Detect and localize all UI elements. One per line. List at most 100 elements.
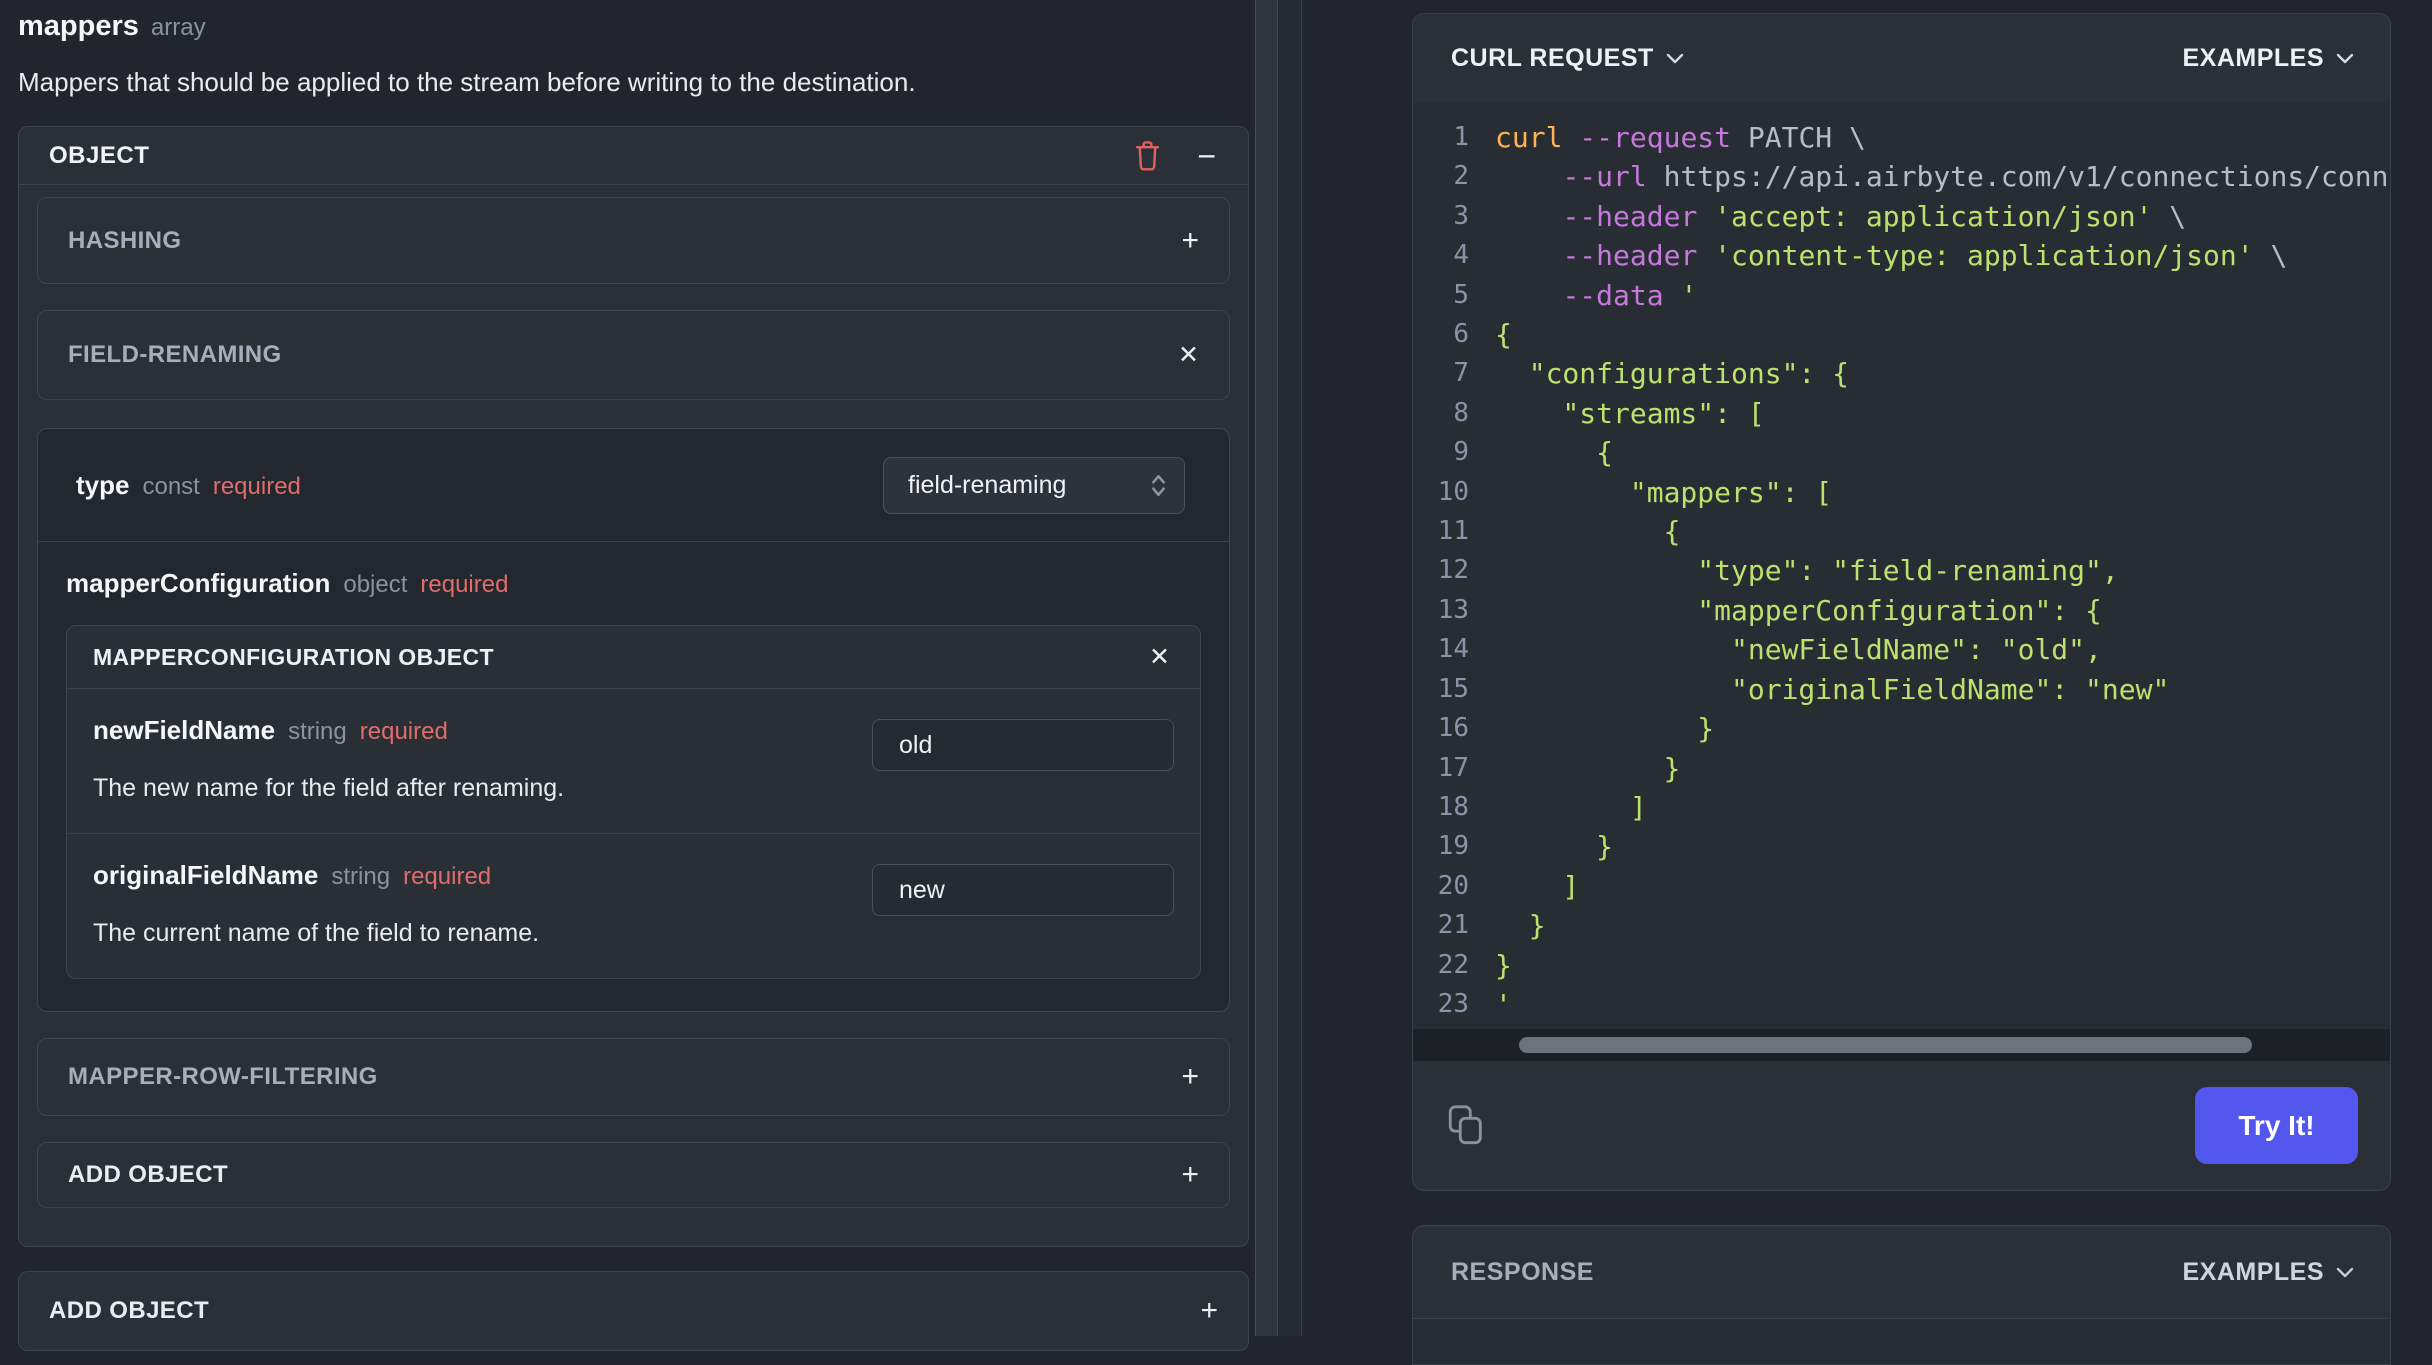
line-number: 1 [1453,122,1469,152]
code-line: 21 } [1413,906,2390,945]
new-field-name-input[interactable]: old [872,719,1174,771]
line-number: 18 [1437,791,1469,822]
code-line: 12 "type": "field-renaming", [1413,551,2390,590]
original-field-name-info: originalFieldName string required The cu… [93,860,539,948]
add-object-label: ADD OBJECT [68,1161,229,1188]
mapper-configuration-labels: mapperConfiguration object required [66,568,1201,599]
response-panel-header: RESPONSE EXAMPLES [1413,1226,2390,1319]
curl-panel-footer: Try It! [1413,1061,2390,1190]
plus-icon: + [1181,1060,1199,1093]
horizontal-scrollbar-track [1413,1029,2390,1061]
code-line: 3 --header 'accept: application/json' \ [1413,197,2390,236]
examples-label: EXAMPLES [2182,1257,2324,1286]
mapper-configuration-section: mapperConfiguration object required MAPP… [38,541,1229,1011]
field-required-badge: required [420,571,509,598]
response-panel: RESPONSE EXAMPLES [1412,1225,2391,1365]
code-line: 11 { [1413,512,2390,551]
type-field-labels: type const required [76,470,301,501]
field-description: The new name for the field after renamin… [93,774,565,802]
plus-icon: + [1181,223,1199,257]
curl-request-dropdown[interactable]: CURL REQUEST [1451,44,1684,73]
field-kind: object [343,571,408,598]
line-number: 10 [1437,476,1469,507]
code-line: 7 "configurations": { [1413,354,2390,393]
chevron-down-icon [1666,53,1684,64]
type-field-row: type const required field-renaming [38,429,1229,541]
code-line: 20 ] [1413,867,2390,906]
response-code-block [1413,1319,2390,1364]
plus-icon: + [1181,1158,1199,1191]
code-line: 2 --url https://api.airbyte.com/v1/conne… [1413,157,2390,196]
examples-label: EXAMPLES [2182,43,2324,72]
chevron-down-icon [2336,53,2354,64]
hashing-section-toggle[interactable]: HASHING + [37,197,1230,284]
collapse-minus-icon[interactable]: − [1197,140,1216,172]
select-chevrons-icon [1149,472,1168,499]
add-object-button-inner[interactable]: ADD OBJECT + [37,1142,1230,1208]
plus-icon: + [1200,1294,1218,1327]
object-card-body: HASHING + FIELD-RENAMING ✕ type const re… [19,185,1248,1246]
line-number: 2 [1453,161,1469,192]
curl-code-block: 1 curl --request PATCH \ 2 --url https://a… [1413,102,2390,1029]
code-line: 19 } [1413,827,2390,866]
new-field-name-info: newFieldName string required The new nam… [93,715,564,803]
field-renaming-section-toggle[interactable]: FIELD-RENAMING ✕ [37,310,1230,400]
curl-panel-header: CURL REQUEST EXAMPLES [1413,14,2390,102]
add-object-label: ADD OBJECT [49,1297,210,1324]
code-line: 15 "originalFieldName": "new" [1413,670,2390,709]
code-line: 13 "mapperConfiguration": { [1413,591,2390,630]
property-title: mappers array [18,10,1249,43]
mapper-row-filtering-label: MAPPER-ROW-FILTERING [68,1063,378,1090]
original-field-name-row: originalFieldName string required The cu… [67,833,1200,978]
code-line: 14 "newFieldName": "old", [1413,630,2390,669]
response-examples-dropdown[interactable]: EXAMPLES [2182,1258,2354,1287]
line-number: 16 [1437,713,1469,744]
mapper-row-filtering-section-toggle[interactable]: MAPPER-ROW-FILTERING + [37,1038,1230,1116]
field-description: The current name of the field to rename. [93,919,540,947]
code-line: 22} [1413,946,2390,985]
line-number: 8 [1453,397,1469,428]
response-title: RESPONSE [1451,1257,1594,1286]
object-card-header: OBJECT − [19,127,1248,185]
line-number: 4 [1453,240,1469,271]
curl-request-panel: CURL REQUEST EXAMPLES 1 curl --request PA… [1412,13,2391,1191]
code-line: 6{ [1413,315,2390,354]
field-required-badge: required [403,863,492,890]
original-field-name-input[interactable]: new [872,864,1174,916]
line-number: 13 [1437,594,1469,625]
object-card: OBJECT − HASHING + FIELD-RENAMING ✕ type… [18,126,1249,1247]
line-number: 7 [1453,358,1469,389]
curl-request-title: CURL REQUEST [1451,43,1654,72]
trash-icon[interactable] [1134,140,1161,171]
try-it-button[interactable]: Try It! [2195,1087,2358,1164]
field-kind: string [331,863,391,890]
mapper-configuration-box: MAPPERCONFIGURATION OBJECT ✕ newFieldNam… [66,625,1201,979]
code-line: 23 ' [1413,985,2390,1024]
new-field-name-row: newFieldName string required The new nam… [67,689,1200,833]
type-select[interactable]: field-renaming [883,456,1185,514]
hashing-label: HASHING [68,226,182,254]
field-name: type [76,469,130,500]
vertical-scrollbar-track [1279,0,1302,1336]
vertical-scrollbar[interactable] [1255,0,1278,1336]
mapper-configuration-box-header: MAPPERCONFIGURATION OBJECT ✕ [67,626,1200,689]
code-line: 4 --header 'content-type: application/js… [1413,236,2390,275]
property-description: Mappers that should be applied to the st… [18,67,916,97]
add-object-button-outer[interactable]: ADD OBJECT + [18,1271,1249,1351]
field-kind: string [288,718,347,745]
chevron-down-icon [2336,1267,2354,1278]
line-number: 22 [1437,949,1469,980]
copy-icon[interactable] [1447,1104,1485,1147]
code-line: 17 } [1413,749,2390,788]
code-line: 18 ] [1413,788,2390,827]
line-number: 11 [1437,516,1469,547]
code-line: 8 "streams": [ [1413,394,2390,433]
close-icon[interactable]: ✕ [1149,644,1170,670]
line-number: 6 [1453,319,1469,350]
line-number: 14 [1437,634,1469,665]
field-required-badge: required [212,472,301,500]
examples-dropdown[interactable]: EXAMPLES [2182,44,2354,73]
horizontal-scrollbar-thumb[interactable] [1519,1037,2252,1053]
line-number: 9 [1453,437,1469,468]
schema-panel: mappers array Mappers that should be app… [18,0,1249,1351]
